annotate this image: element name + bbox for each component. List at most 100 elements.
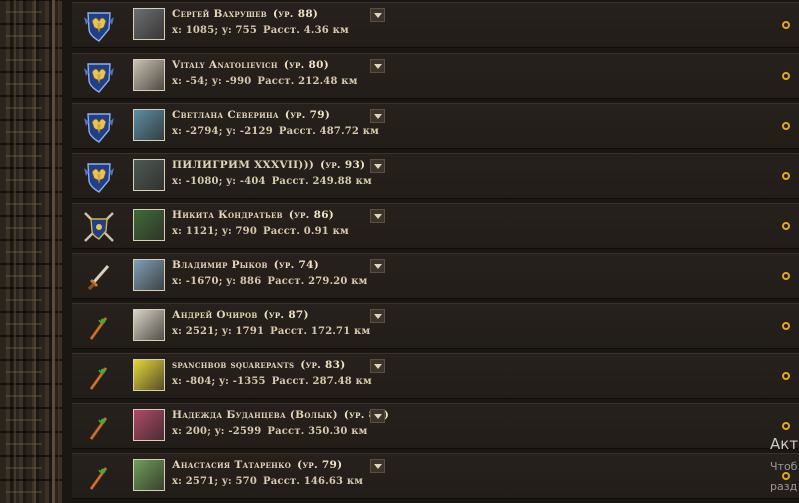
player-coords: x: -1670; y: 886 xyxy=(172,276,262,287)
player-name[interactable]: Никита Кондратьев xyxy=(172,209,283,221)
player-coords-line: x: 1085; y: 755 Расст. 4.36 км xyxy=(172,25,349,36)
player-name[interactable]: Анастасия Татаренко xyxy=(172,459,291,471)
status-ring-icon[interactable] xyxy=(782,122,790,130)
player-name[interactable]: Владимир Рыков xyxy=(172,259,268,271)
player-distance: Расст. 249.88 км xyxy=(271,176,372,187)
player-coords: x: -54; y: -990 xyxy=(172,76,252,87)
player-distance: Расст. 212.48 км xyxy=(257,76,358,87)
status-ring-icon[interactable] xyxy=(782,322,790,330)
player-level: (ур. 74) xyxy=(273,259,319,271)
avatar[interactable] xyxy=(133,459,165,491)
player-row[interactable]: Владимир Рыков (ур. 74) x: -1670; y: 886 Ра… xyxy=(72,253,799,299)
avatar[interactable] xyxy=(133,209,165,241)
status-ring-icon[interactable] xyxy=(782,172,790,180)
player-coords-line: x: -54; y: -990 Расст. 212.48 км xyxy=(172,76,358,87)
actions-dropdown-icon[interactable] xyxy=(370,59,385,73)
staff-icon xyxy=(82,310,116,344)
player-name[interactable]: Сергей Вахрушев xyxy=(172,8,267,20)
actions-dropdown-icon[interactable] xyxy=(370,8,385,22)
player-name[interactable]: Андрей Очиров xyxy=(172,309,258,321)
player-level: (ур. 88) xyxy=(272,8,319,20)
player-coords: x: -2794; y: -2129 xyxy=(172,126,273,137)
player-row[interactable]: Надежда Буданцева (Волык) (ур. 81) x: 200;… xyxy=(72,403,799,449)
player-coords-line: x: -804; y: -1355 Расст. 287.48 км xyxy=(172,376,372,387)
avatar[interactable] xyxy=(133,409,165,441)
crossed-swords-shield-icon xyxy=(82,210,116,244)
player-name[interactable]: Vitaly Anatolievich xyxy=(172,59,278,71)
player-name-line[interactable]: Владимир Рыков (ур. 74) xyxy=(172,259,319,271)
status-ring-icon[interactable] xyxy=(782,422,790,430)
player-level: (ур. 79) xyxy=(284,109,331,121)
status-ring-icon[interactable] xyxy=(782,272,790,280)
player-name[interactable]: Надежда Буданцева (Волык) xyxy=(172,409,338,421)
player-distance: Расст. 146.63 км xyxy=(263,476,364,487)
border-rule xyxy=(52,0,55,503)
watermark-line-2: Чтоб xyxy=(770,460,798,473)
actions-dropdown-icon[interactable] xyxy=(370,359,385,373)
player-name-line[interactable]: Анастасия Татаренко (ур. 79) xyxy=(172,459,342,471)
avatar[interactable] xyxy=(133,309,165,341)
avatar[interactable] xyxy=(133,59,165,91)
status-ring-icon[interactable] xyxy=(782,472,790,480)
player-row[interactable]: Никита Кондратьев (ур. 86) x: 1121; y: 790… xyxy=(72,203,799,249)
watermark-line-3: разд xyxy=(770,480,798,493)
player-list: Сергей Вахрушев (ур. 88) x: 1085; y: 755 Ра… xyxy=(72,0,799,503)
status-ring-icon[interactable] xyxy=(782,222,790,230)
shield-bird-icon xyxy=(82,110,116,144)
player-coords: x: 1085; y: 755 xyxy=(172,25,257,36)
avatar[interactable] xyxy=(133,159,165,191)
player-name-line[interactable]: ПИЛИГРИМ XXXVII))) (ур. 93) xyxy=(172,159,365,171)
actions-dropdown-icon[interactable] xyxy=(370,409,385,423)
player-row[interactable]: Андрей Очиров (ур. 87) x: 2521; y: 1791 Рас… xyxy=(72,303,799,349)
actions-dropdown-icon[interactable] xyxy=(370,209,385,223)
player-distance: Расст. 287.48 км xyxy=(271,376,372,387)
player-distance: Расст. 4.36 км xyxy=(263,25,349,36)
player-level: (ур. 83) xyxy=(300,359,346,371)
player-coords-line: x: 2571; y: 570 Расст. 146.63 км xyxy=(172,476,363,487)
avatar[interactable] xyxy=(133,259,165,291)
player-level: (ур. 80) xyxy=(283,59,330,71)
staff-icon xyxy=(82,360,116,394)
player-coords-line: x: -1080; y: -404 Расст. 249.88 км xyxy=(172,176,372,187)
player-name-line[interactable]: Никита Кондратьев (ур. 86) xyxy=(172,209,334,221)
actions-dropdown-icon[interactable] xyxy=(370,309,385,323)
avatar[interactable] xyxy=(133,359,165,391)
player-row[interactable]: ПИЛИГРИМ XXXVII))) (ур. 93) x: -1080; y: -… xyxy=(72,153,799,199)
player-name[interactable]: ПИЛИГРИМ XXXVII))) xyxy=(172,159,314,171)
player-level: (ур. 93) xyxy=(320,159,366,171)
player-name-line[interactable]: Сергей Вахрушев (ур. 88) xyxy=(172,8,318,20)
player-name-line[interactable]: Надежда Буданцева (Волык) (ур. 81) xyxy=(172,409,389,421)
player-row[interactable]: Анастасия Татаренко (ур. 79) x: 2571; y: 5… xyxy=(72,453,799,499)
player-name-line[interactable]: Светлана Северина (ур. 79) xyxy=(172,109,330,121)
player-name-line[interactable]: Vitaly Anatolievich (ур. 80) xyxy=(172,59,329,71)
player-name-line[interactable]: Андрей Очиров (ур. 87) xyxy=(172,309,309,321)
status-ring-icon[interactable] xyxy=(782,72,790,80)
actions-dropdown-icon[interactable] xyxy=(370,159,385,173)
player-row[interactable]: spanchbob squarepants (ур. 83) x: -804; y:… xyxy=(72,353,799,399)
ornamental-border xyxy=(0,0,62,503)
staff-icon xyxy=(82,460,116,494)
status-ring-icon[interactable] xyxy=(782,372,790,380)
actions-dropdown-icon[interactable] xyxy=(370,459,385,473)
actions-dropdown-icon[interactable] xyxy=(370,109,385,123)
player-distance: Расст. 350.30 км xyxy=(267,426,368,437)
avatar[interactable] xyxy=(133,109,165,141)
status-ring-icon[interactable] xyxy=(782,21,790,29)
avatar[interactable] xyxy=(133,8,165,40)
shield-bird-icon xyxy=(82,60,116,94)
player-distance: Расст. 279.20 км xyxy=(267,276,368,287)
player-coords-line: x: 2521; y: 1791 Расст. 172.71 км xyxy=(172,326,370,337)
shield-bird-icon xyxy=(82,9,116,43)
staff-icon xyxy=(82,410,116,444)
player-coords: x: 1121; y: 790 xyxy=(172,226,257,237)
player-coords: x: 2571; y: 570 xyxy=(172,476,257,487)
player-row[interactable]: Сергей Вахрушев (ур. 88) x: 1085; y: 755 Ра… xyxy=(72,2,799,48)
actions-dropdown-icon[interactable] xyxy=(370,259,385,273)
player-name[interactable]: Светлана Северина xyxy=(172,109,279,121)
player-row[interactable]: Vitaly Anatolievich (ур. 80) x: -54; y: -9… xyxy=(72,53,799,99)
player-row[interactable]: Светлана Северина (ур. 79) x: -2794; y: -2… xyxy=(72,103,799,149)
player-distance: Расст. 0.91 км xyxy=(263,226,349,237)
player-name-line[interactable]: spanchbob squarepants (ур. 83) xyxy=(172,359,346,371)
player-name[interactable]: spanchbob squarepants xyxy=(172,359,294,371)
watermark-line-1: Акт xyxy=(770,435,799,453)
